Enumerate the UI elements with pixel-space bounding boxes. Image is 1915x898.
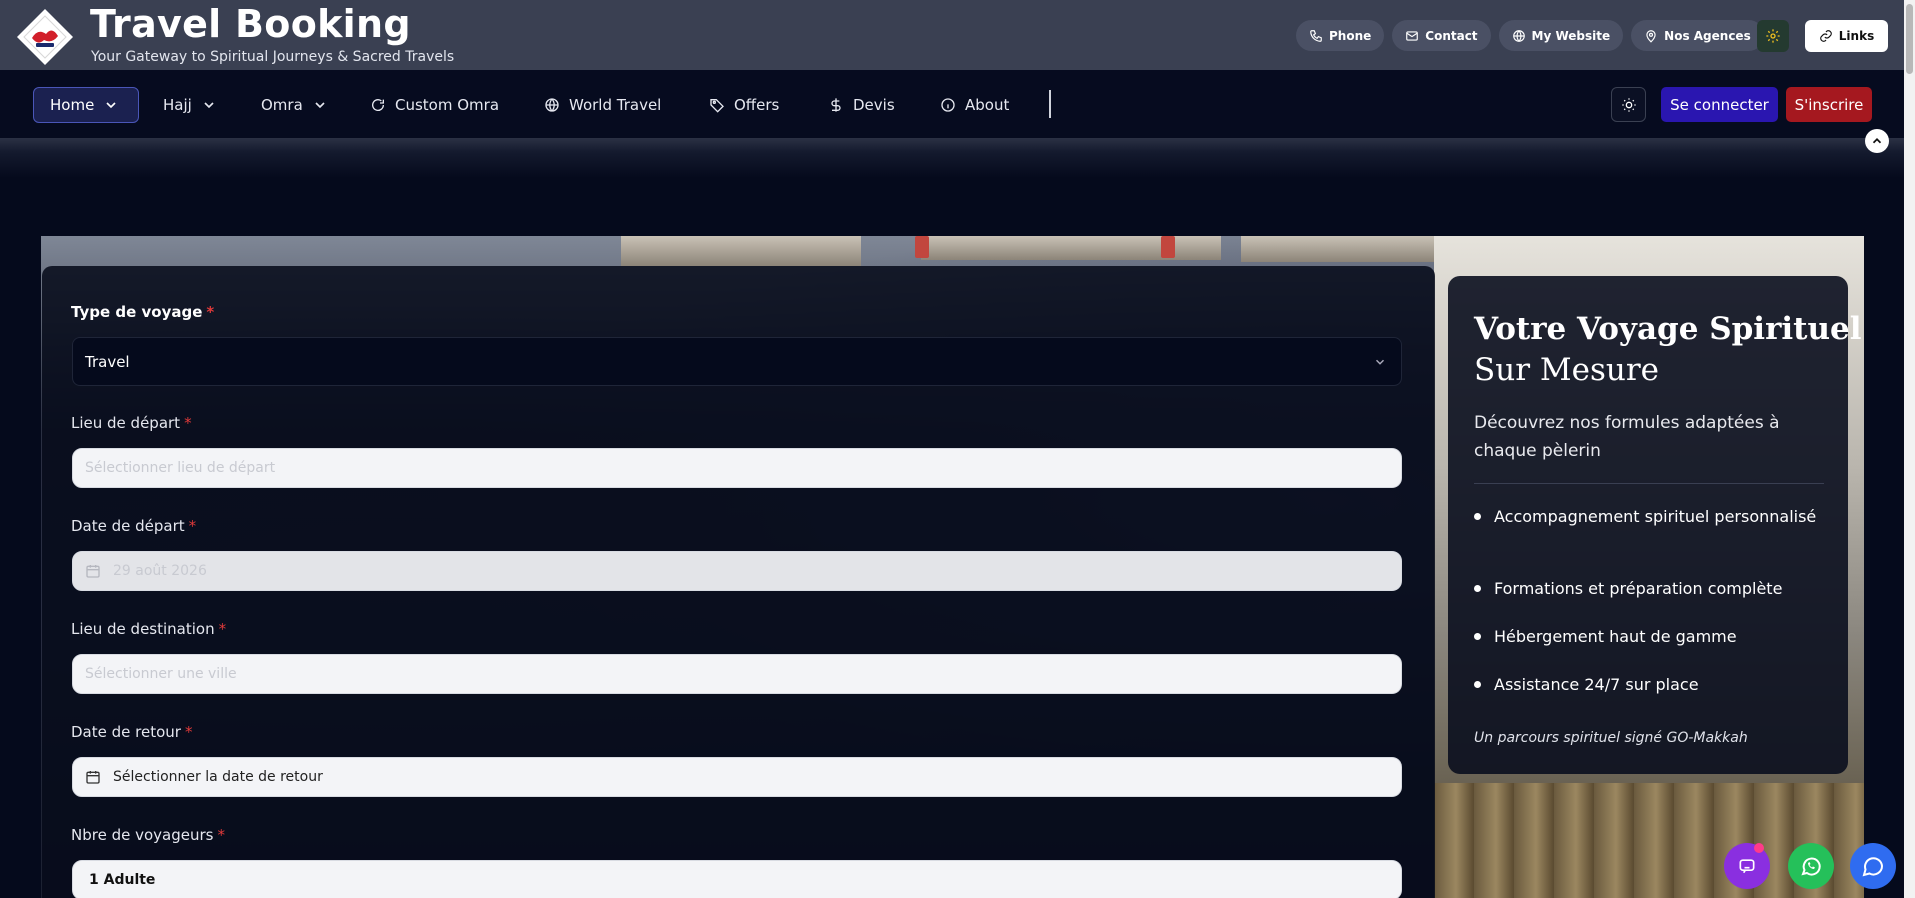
nav-item-hajj-label: Hajj [163, 96, 192, 114]
settings-button[interactable] [1757, 20, 1789, 52]
departure-date-input[interactable]: 29 août 2026 [72, 551, 1402, 591]
nav-item-custom-omra-label: Custom Omra [395, 96, 500, 114]
info-description: Découvrez nos formules adaptées à chaque… [1474, 413, 1780, 461]
nav-item-devis[interactable]: Devis [828, 87, 895, 123]
return-date-placeholder: Sélectionner la date de retour [113, 769, 323, 785]
mail-icon [1406, 30, 1419, 41]
departure-date-value: 29 août 2026 [113, 563, 207, 579]
trip-type-value: Travel [85, 352, 130, 371]
calendar-icon [85, 563, 101, 579]
chevron-down-icon [204, 102, 214, 109]
departure-place-label: Lieu de départ * [71, 414, 192, 432]
return-date-label: Date de retour * [71, 723, 193, 741]
feature-item: Assistance 24/7 sur place [1474, 673, 1824, 697]
destination-placeholder: Sélectionner une ville [85, 666, 237, 682]
links-button-label: Links [1838, 29, 1875, 43]
info-icon [941, 98, 955, 112]
destination-label: Lieu de destination * [71, 620, 227, 638]
tag-icon [710, 99, 724, 113]
return-date-input[interactable]: Sélectionner la date de retour [72, 757, 1402, 797]
my-website-link-label: My Website [1531, 28, 1611, 43]
page-scrollbar[interactable] [1904, 0, 1915, 898]
brand-title: Travel Booking [90, 2, 411, 46]
phone-icon [1310, 29, 1322, 42]
message-button[interactable] [1850, 843, 1896, 889]
nav-item-omra[interactable]: Omra [261, 87, 328, 123]
travelers-label: Nbre de voyageurs * [71, 826, 225, 844]
gear-icon [1766, 29, 1780, 43]
nav-item-world-travel[interactable]: World Travel [544, 87, 661, 123]
feature-item: Hébergement haut de gamme [1474, 625, 1824, 649]
top-links: Phone Contact My Website Nos Agences [1296, 20, 1764, 51]
brand-subtitle: Your Gateway to Spiritual Journeys & Sac… [91, 49, 455, 65]
nav-item-about-label: About [965, 96, 1010, 114]
collapse-header-button[interactable] [1865, 129, 1889, 153]
calendar-icon [85, 769, 101, 785]
info-card: Votre Voyage Spirituel Sur Mesure Découv… [1448, 276, 1862, 774]
nav-item-hajj[interactable]: Hajj [163, 87, 217, 123]
refresh-icon [372, 99, 385, 111]
trip-type-label: Type de voyage * [71, 303, 215, 321]
contact-link[interactable]: Contact [1392, 20, 1491, 51]
message-circle-icon [1862, 857, 1884, 877]
feature-item: Accompagnement spirituel personnalisé [1474, 505, 1824, 529]
phone-link[interactable]: Phone [1296, 20, 1385, 51]
notification-dot [1754, 843, 1764, 853]
nos-agences-link[interactable]: Nos Agences [1631, 20, 1764, 51]
top-bar: Travel Booking Your Gateway to Spiritual… [0, 0, 1904, 70]
phone-link-label: Phone [1329, 28, 1372, 43]
scrollbar-thumb[interactable] [1906, 4, 1913, 74]
nav-item-devis-label: Devis [853, 96, 895, 114]
nav-item-custom-omra[interactable]: Custom Omra [370, 87, 499, 123]
divider [1474, 483, 1824, 484]
my-website-link[interactable]: My Website [1498, 20, 1624, 51]
map-pin-icon [1646, 29, 1656, 43]
globe-icon [545, 98, 559, 112]
departure-place-placeholder: Sélectionner lieu de départ [85, 460, 276, 476]
brand-logo[interactable] [16, 8, 74, 66]
chevron-up-icon [1872, 138, 1882, 144]
nav-item-home-label: Home [50, 96, 95, 114]
nav-item-home[interactable]: Home [33, 87, 139, 123]
nav-item-offers[interactable]: Offers [709, 87, 779, 123]
info-signature: Un parcours spirituel signé GO-Makkah [1474, 730, 1748, 746]
links-button[interactable]: Links [1805, 20, 1888, 52]
chevron-down-icon [106, 102, 116, 109]
sun-icon [1621, 97, 1636, 112]
nav-item-about[interactable]: About [940, 87, 1009, 123]
dollar-icon [831, 98, 841, 112]
nav-divider [1049, 90, 1051, 118]
travelers-select[interactable]: 1 Adulte [72, 860, 1402, 898]
departure-date-label: Date de départ * [71, 517, 197, 535]
chevron-down-icon [1375, 359, 1385, 365]
globe-icon [1512, 29, 1525, 42]
trip-type-select[interactable]: Travel [72, 337, 1402, 386]
info-subtitle: Sur Mesure [1474, 352, 1660, 388]
nav-item-offers-label: Offers [734, 96, 780, 114]
whatsapp-icon [1801, 857, 1821, 876]
login-button[interactable]: Se connecter [1661, 87, 1778, 122]
nav-shadow [0, 138, 1904, 178]
contact-link-label: Contact [1425, 28, 1478, 43]
nav-item-omra-label: Omra [261, 96, 303, 114]
info-title: Votre Voyage Spirituel [1474, 311, 1862, 347]
destination-input[interactable]: Sélectionner une ville [72, 654, 1402, 694]
travelers-value: 1 Adulte [89, 872, 156, 888]
nos-agences-link-label: Nos Agences [1664, 28, 1751, 43]
main-nav: Home Hajj Omra Custom Omra World Travel … [0, 70, 1904, 138]
link-icon [1819, 30, 1832, 42]
booking-form: Type de voyage * Travel Lieu de départ * S… [42, 266, 1435, 898]
chevron-down-icon [315, 102, 325, 109]
departure-place-input[interactable]: Sélectionner lieu de départ [72, 448, 1402, 488]
whatsapp-button[interactable] [1788, 843, 1834, 889]
feature-item: Formations et préparation complète [1474, 577, 1824, 601]
signup-button[interactable]: S'inscrire [1786, 87, 1872, 122]
theme-toggle-button[interactable] [1611, 87, 1646, 122]
chatbot-icon [1739, 859, 1755, 874]
nav-item-world-travel-label: World Travel [569, 96, 662, 114]
